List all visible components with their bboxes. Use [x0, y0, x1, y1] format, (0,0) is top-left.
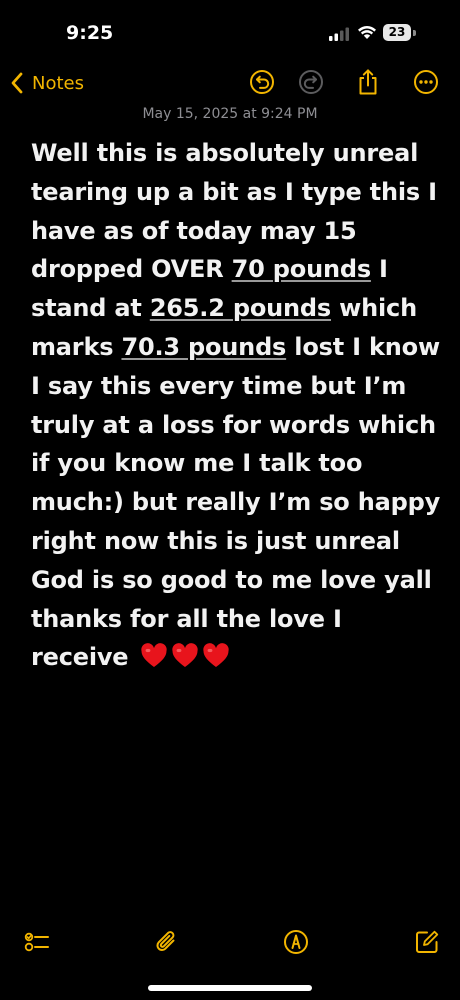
- share-icon[interactable]: [354, 68, 382, 96]
- redo-icon[interactable]: [297, 68, 325, 96]
- red-heart-icon: [171, 643, 199, 669]
- wifi-icon: [357, 24, 377, 40]
- compose-icon[interactable]: [413, 928, 441, 956]
- red-heart-icon: [140, 643, 168, 669]
- red-heart-icon: [202, 643, 230, 669]
- more-icon[interactable]: [412, 68, 440, 96]
- unit-conversion-link[interactable]: 70 pounds: [232, 255, 371, 283]
- note-text: lost I know I say this every time but I’…: [31, 332, 441, 672]
- unit-conversion-link[interactable]: 70.3 pounds: [121, 333, 286, 361]
- cellular-signal-icon: [329, 27, 349, 41]
- chevron-left-icon: [10, 72, 24, 94]
- status-time: 9:25: [66, 22, 114, 44]
- unit-conversion-link[interactable]: 265.2 pounds: [150, 294, 331, 322]
- attachment-icon[interactable]: [153, 928, 181, 956]
- battery-percent: 23: [388, 25, 406, 39]
- note-timestamp: May 15, 2025 at 9:24 PM: [142, 106, 318, 122]
- undo-icon[interactable]: [248, 68, 276, 96]
- checklist-icon[interactable]: [22, 928, 50, 956]
- home-indicator[interactable]: [148, 985, 312, 991]
- status-bar: 9:25 23: [0, 0, 460, 64]
- battery-icon: 23: [383, 24, 417, 42]
- markup-icon[interactable]: [282, 928, 310, 956]
- note-body[interactable]: Well this is absolutely unreal tearing u…: [31, 134, 441, 677]
- back-label: Notes: [32, 72, 84, 94]
- back-to-notes-button[interactable]: Notes: [10, 68, 84, 98]
